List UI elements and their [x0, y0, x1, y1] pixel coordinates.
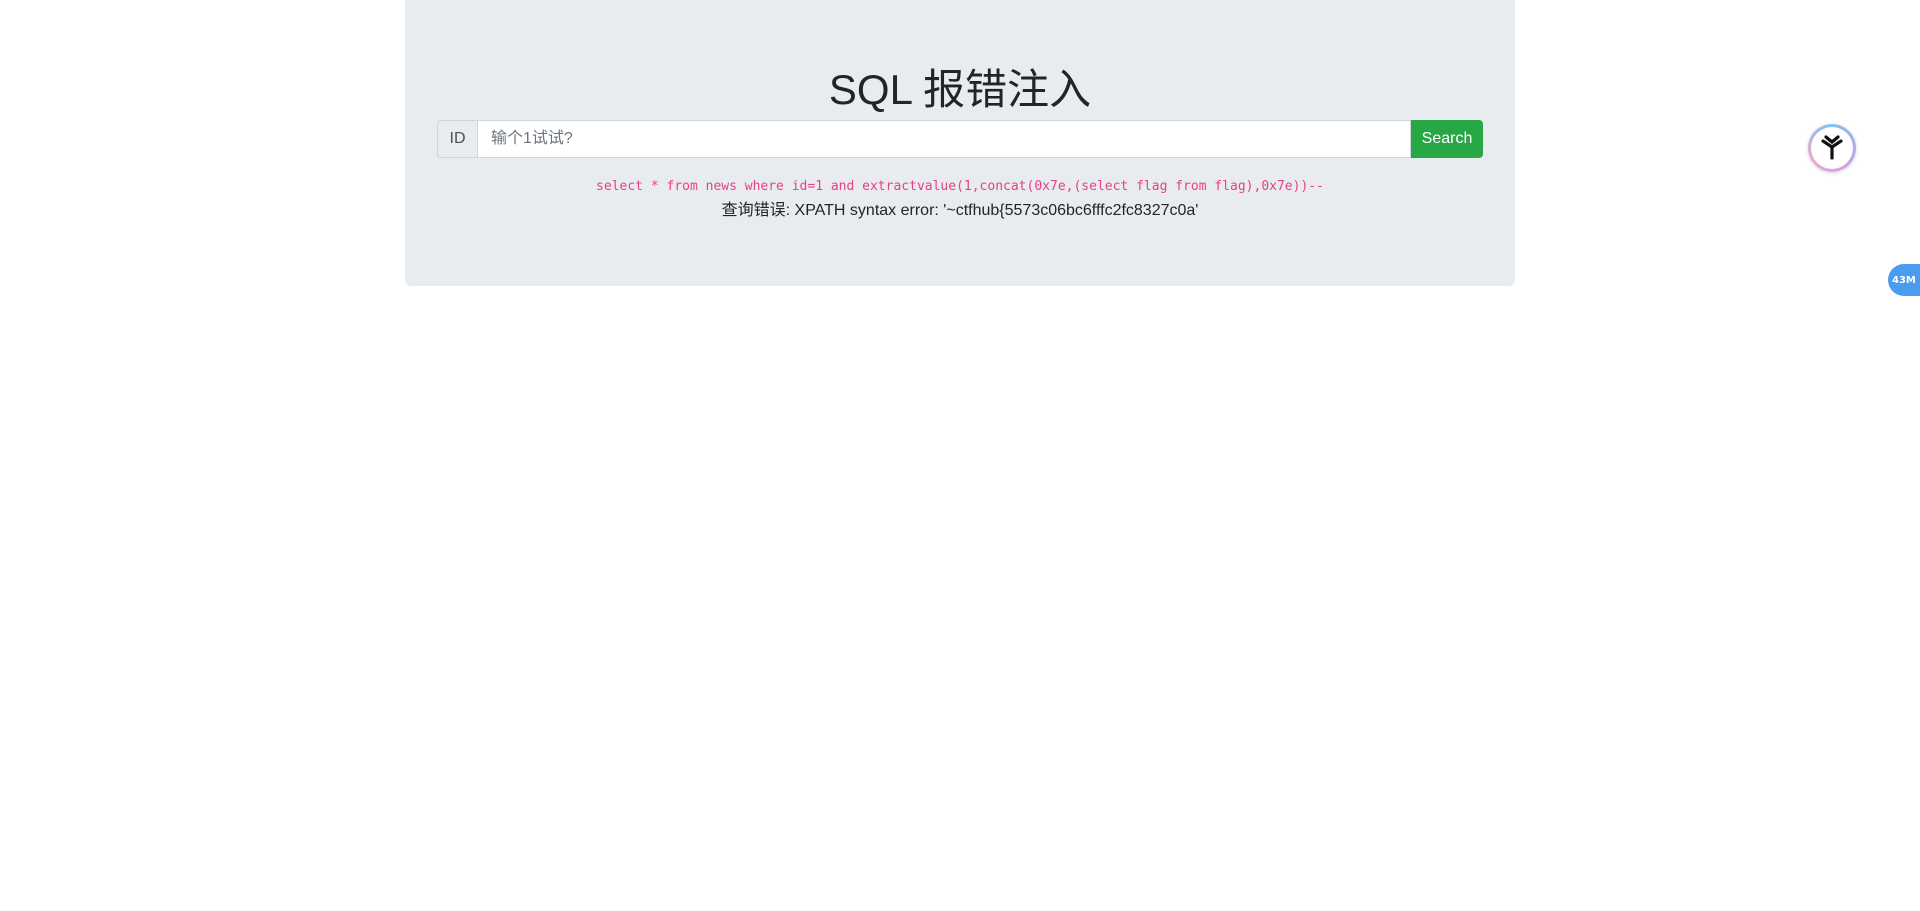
search-button[interactable]: Search [1411, 120, 1483, 158]
jumbotron-panel: SQL 报错注入 ID Search select * from news wh… [405, 0, 1515, 286]
extension-logo-icon [1821, 135, 1843, 160]
page-title: SQL 报错注入 [828, 66, 1092, 113]
id-input[interactable] [477, 120, 1411, 158]
id-prefix-label: ID [437, 120, 477, 158]
sql-result-message: 查询错误: XPATH syntax error: '~ctfhub{5573c… [721, 202, 1199, 219]
memory-usage-badge[interactable]: 43M [1888, 264, 1920, 296]
sql-query-text: select * from news where id=1 and extrac… [596, 179, 1324, 194]
search-input-group: ID Search [437, 120, 1483, 158]
extension-logo-button[interactable] [1808, 124, 1856, 172]
